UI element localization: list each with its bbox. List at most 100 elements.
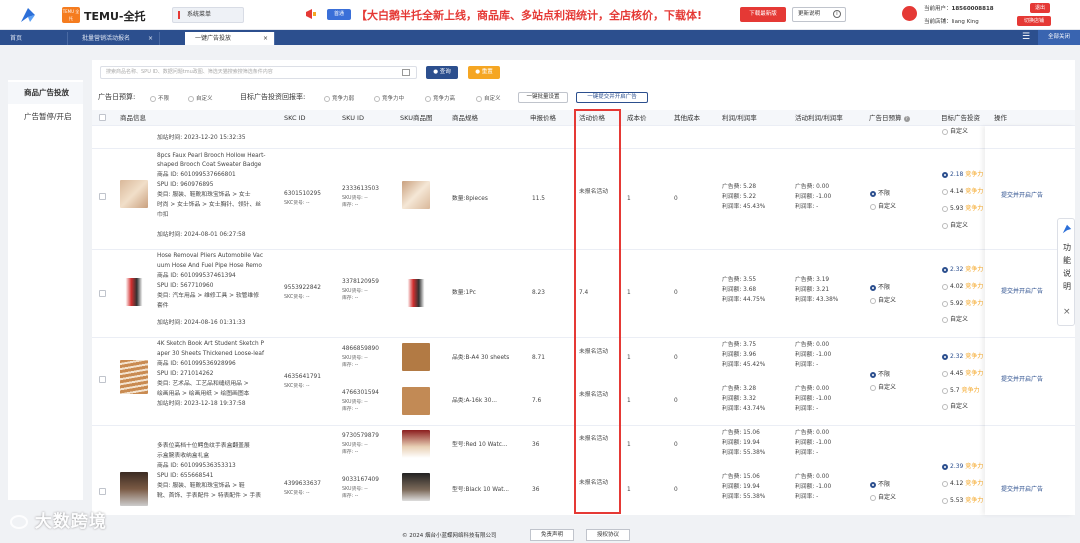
bid-option[interactable]: 5.92 竞争力 [942, 298, 983, 307]
cell-text: 类目: 服装、鞋靴和珠宝饰品 > 女士 [157, 192, 251, 198]
submit-ad-button[interactable]: 提交并开启广告 [1001, 190, 1043, 199]
cell-text: 利润率: - [795, 450, 819, 456]
calendar-icon[interactable] [402, 69, 410, 76]
cell-text: 广告费: 15.06 [722, 430, 760, 436]
cell-text: 库存: -- [342, 296, 359, 301]
close-icon[interactable]: × [263, 32, 268, 45]
reset-button[interactable]: ● 重置 [468, 66, 500, 79]
update-notes-button[interactable]: 更新说明 i [792, 7, 846, 22]
bid-option[interactable]: 5.93 竞争力 [942, 203, 983, 212]
cell-text: 套件 [157, 303, 169, 309]
cell-text: 利润额: -1.00 [795, 396, 832, 402]
col-sku-id: SKU ID [342, 114, 364, 122]
cell-text: SKC货号: -- [284, 384, 310, 389]
close-icon[interactable]: × [148, 32, 153, 45]
logout-button[interactable]: 退出 [1030, 3, 1050, 13]
bid-option-custom[interactable]: 自定义 [942, 220, 968, 229]
budget-unlimited-radio[interactable]: 不限 [870, 188, 890, 197]
roi-option-custom[interactable]: 自定义 [476, 94, 501, 102]
feature-help-panel[interactable]: 功能说明 × [1057, 218, 1075, 326]
bid-option[interactable]: 5.7 竞争力 [942, 385, 979, 394]
cell-text: SKU货号: -- [342, 487, 368, 492]
tab-home[interactable]: 首页 [0, 32, 68, 45]
row-checkbox[interactable] [99, 193, 106, 200]
cell-text: 利润率: 45.42% [722, 362, 766, 368]
cell-text: 广告费: 15.06 [722, 474, 760, 480]
cell-text: 利润率: 45.43% [722, 204, 766, 210]
budget-custom-radio[interactable]: 自定义 [870, 295, 896, 304]
cell-text: 利润额: 3.68 [722, 287, 757, 293]
switch-shop-button[interactable]: 切换店铺 [1017, 16, 1051, 26]
license-link[interactable]: 授权协议 [586, 529, 630, 541]
disclaimer-link[interactable]: 免责声明 [530, 529, 574, 541]
cell-text: 示盒腕表收纳盒礼盒 [157, 453, 210, 459]
bid-option[interactable]: 4.14 竞争力 [942, 186, 983, 195]
roi-option-medium[interactable]: 竞争力中 [374, 94, 404, 102]
cell-text: 8pcs Faux Pearl Brooch Hollow Heart- [157, 153, 266, 159]
bid-option[interactable]: 2.39 竞争力 [942, 461, 983, 470]
budget-custom-radio[interactable]: 自定义 [870, 201, 896, 210]
download-latest-button[interactable]: 下载最新版 [740, 7, 786, 22]
cell-text: 利润额: 3.32 [722, 396, 757, 402]
cell-text: 1 [627, 196, 631, 202]
budget-unlimited-radio[interactable]: 不限 [870, 369, 890, 378]
cell-text: SKU货号: -- [342, 289, 368, 294]
tab-one-click-ads[interactable]: 一键广告投放 × [185, 32, 275, 45]
row-checkbox[interactable] [99, 488, 106, 495]
bid-option[interactable]: 4.45 竞争力 [942, 368, 983, 377]
user-avatar-icon[interactable] [902, 6, 917, 21]
megaphone-icon [306, 9, 316, 19]
nav-item-ad-pause-start[interactable]: 广告暂停/开启 [8, 106, 83, 128]
budget-custom-radio[interactable]: 自定义 [870, 382, 896, 391]
cell-text: 数量:8pieces [452, 196, 488, 202]
roi-option-weak[interactable]: 竞争力弱 [324, 94, 354, 102]
budget-unlimited-radio[interactable]: 不限 [870, 479, 890, 488]
tab-list-icon[interactable]: ☰ [1022, 32, 1032, 42]
budget-option-unlimited[interactable]: 不限 [150, 94, 169, 102]
submit-ad-button[interactable]: 提交并开启广告 [1001, 374, 1043, 383]
cell-text: 1 [627, 487, 631, 493]
submit-all-ads-button[interactable]: 一键提交并开启广告 [576, 92, 648, 103]
close-all-tabs-button[interactable]: 全部关闭 [1038, 30, 1080, 45]
bid-option[interactable]: 2.18 竞争力 [942, 169, 983, 178]
close-icon[interactable]: × [1063, 307, 1071, 317]
nav-item-product-ads[interactable]: 商品广告投放 [8, 82, 83, 104]
row-checkbox[interactable] [99, 290, 106, 297]
budget-unlimited-radio[interactable]: 不限 [870, 282, 890, 291]
bid-option[interactable]: 4.12 竞争力 [942, 478, 983, 487]
cell-text: 利润率: - [795, 406, 819, 412]
bid-option[interactable]: 2.32 竞争力 [942, 264, 983, 273]
bid-option[interactable]: 2.32 竞争力 [942, 351, 983, 360]
system-menu-button[interactable]: 系统菜单 [172, 7, 244, 23]
budget-custom-radio[interactable]: 自定义 [870, 492, 896, 501]
current-shop-value: liang King [951, 19, 979, 25]
col-declared-price: 申报价格 [530, 114, 556, 122]
bid-option-custom[interactable]: 自定义 [942, 314, 968, 323]
bid-option-custom[interactable]: 自定义 [942, 126, 968, 135]
cell-text: 广告费: 5.28 [722, 184, 757, 190]
promo-text[interactable]: 【大白鹅半托全新上线，商品库、多站点利润统计，全店核价，下载体! [356, 7, 702, 23]
cell-text: 6301510295 [284, 191, 321, 197]
submit-ad-button[interactable]: 提交并开启广告 [1001, 286, 1043, 295]
select-all-checkbox[interactable] [99, 114, 106, 121]
query-button[interactable]: ● 查询 [426, 66, 458, 79]
bid-option[interactable]: 4.02 竞争力 [942, 281, 983, 290]
cell-text: 利润额: 19.94 [722, 484, 760, 490]
row-checkbox[interactable] [99, 376, 106, 383]
col-cost: 成本价 [627, 114, 647, 122]
search-input[interactable]: 搜索商品名称、SPU ID、数据问题tmu政图、筛选天猫搜索搜筛选条件内容 [100, 66, 417, 79]
bid-option[interactable]: 5.53 竞争力 [942, 495, 983, 504]
top-bar: TEMU 全托 TEMU-全托 系统菜单 首通 【大白鹅半托全新上线，商品库、多… [0, 0, 1080, 30]
submit-ad-button[interactable]: 提交并开启广告 [1001, 484, 1043, 493]
roi-option-high[interactable]: 竞争力高 [425, 94, 455, 102]
cell-text: 1 [627, 355, 631, 361]
cell-text: 0 [674, 196, 678, 202]
budget-option-custom[interactable]: 自定义 [188, 94, 213, 102]
tab-batch-marketing[interactable]: 批量营销活动报名 × [72, 32, 160, 45]
cell-text: 7.4 [579, 290, 589, 296]
batch-set-button[interactable]: 一键批量设置 [518, 92, 568, 103]
bid-option-custom[interactable]: 自定义 [942, 401, 968, 410]
copyright: © 2024 烟台小蓝蝶网络科技有限公司 [402, 533, 497, 539]
cell-text: 利润额: -1.00 [795, 352, 832, 358]
help-icon[interactable]: ? [903, 116, 910, 122]
